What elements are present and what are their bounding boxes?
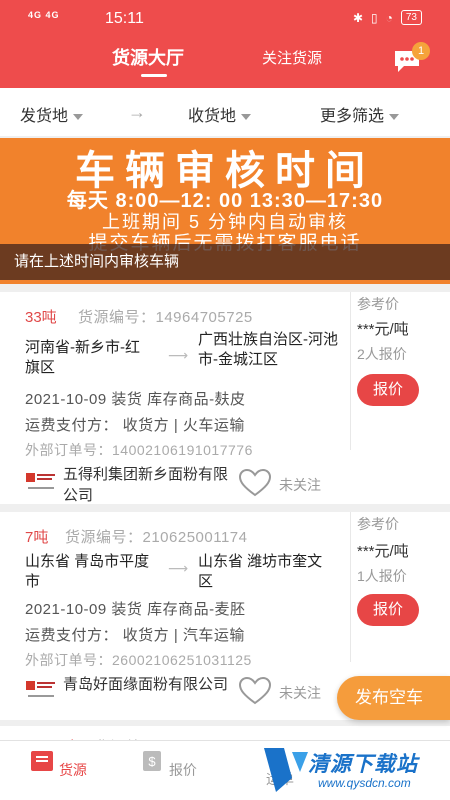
cargo-destination: 山东省 潍坊市奎文区 [198,553,323,590]
quote-count: 2人报价 [357,346,407,362]
reference-price: ***元/吨 [357,321,409,338]
filter-destination[interactable]: 收货地 [188,102,252,126]
battery-icon: 73 [400,10,422,25]
route-arrow-icon: ⟶ [168,347,189,363]
review-time-banner[interactable]: 车辆审核时间 每天 8:00—12: 00 13:30—17:30 上班期间 5… [0,138,450,284]
company-logo [24,678,58,702]
filter-destination-label: 收货地 [188,108,237,125]
divider [350,292,351,450]
heart-icon[interactable] [238,468,272,498]
cargo-load-info: 2021-10-09 装货 库存商品-麦胚 [25,601,246,618]
cargo-company: 青岛好面缘面粉有限公司 [63,676,229,693]
bluetooth-icon: ✱ [352,10,364,25]
chevron-down-icon [241,113,252,120]
cargo-origin: 山东省 青岛市平度市 [25,553,150,590]
quote-button[interactable]: 报价 [357,374,419,406]
cargo-payment-info: 运费支付方： 收货方 | 汽车运输 [25,627,245,644]
active-tab-indicator [141,74,167,77]
follow-status[interactable]: 未关注 [279,683,321,703]
vibrate-icon: ▯ [371,10,378,25]
cargo-source-number: 货源编号：14964705725 [78,309,253,326]
tab-cargo-hall[interactable]: 货源大厅 [112,44,184,70]
quote-count: 1人报价 [357,568,407,584]
cargo-icon [31,751,54,771]
cargo-company: 五得利集团新乡面粉有限公司 [63,466,229,504]
filter-more-label: 更多筛选 [320,108,385,125]
signal-indicator: 4G 4G [28,10,60,20]
chevron-down-icon [73,113,84,120]
watermark-url: www.qysdcn.com [318,776,411,790]
route-arrow-icon: → [128,102,146,122]
quote-button[interactable]: 报价 [357,594,419,626]
cargo-origin: 河南省-新乡市-红旗区 [25,339,140,376]
tab-quote-label: 报价 [168,762,197,778]
follow-status[interactable]: 未关注 [279,475,321,495]
cargo-load-info: 2021-10-09 装货 库存商品-麸皮 [25,391,246,408]
status-bar: 4G 4G 15:11 ✱ ▯ ◔ 73 [0,0,450,38]
status-icons: ✱ ▯ ◔ 73 [353,10,422,25]
publish-empty-truck-button[interactable]: 发布空车 [337,676,450,720]
watermark-text: 清源下载站 [308,753,418,776]
filter-origin-label: 发货地 [20,108,69,125]
cargo-external-order: 外部订单号：26002106251031125 [25,652,252,668]
app-header: 4G 4G 15:11 ✱ ▯ ◔ 73 货源大厅 关注货源 1 [0,0,450,88]
wifi-icon: ◔ [385,10,393,25]
tab-cargo-label: 货源 [58,762,87,778]
divider [350,512,351,662]
cargo-card[interactable]: 33吨 货源编号：14964705725 河南省-新乡市-红旗区 ⟶ 广西壮族自… [0,292,450,504]
svg-text:$: $ [148,754,156,769]
cargo-payment-info: 运费支付方： 收货方 | 火车运输 [25,417,245,434]
heart-icon[interactable] [238,676,272,706]
reference-price-label: 参考价 [357,296,399,312]
route-arrow-icon: ⟶ [168,560,189,576]
tab-followed-cargo[interactable]: 关注货源 [262,47,322,68]
cargo-external-order: 外部订单号：14002106191017776 [25,442,253,458]
cargo-source-number: 货源编号：210625001174 [65,529,248,546]
filter-more[interactable]: 更多筛选 [320,102,400,126]
message-badge: 1 [412,42,430,60]
chevron-down-icon [389,113,400,120]
reference-price-label: 参考价 [357,516,399,532]
cargo-tons: 7吨 [25,529,49,546]
filter-origin[interactable]: 发货地 [20,102,84,126]
tab-quote[interactable]: $ 报价 [138,749,198,780]
status-time: 15:11 [105,10,144,27]
banner-notice: 请在上述时间内审核车辆 [0,244,450,280]
company-logo [24,470,58,494]
reference-price: ***元/吨 [357,543,409,560]
cargo-destination: 广西壮族自治区-河池市-金城江区 [198,331,338,368]
cargo-tons: 33吨 [25,309,57,326]
filter-bar: 发货地 → 收货地 更多筛选 [0,88,450,136]
price-icon: $ [143,751,162,771]
tab-cargo[interactable]: 货源 [28,749,88,780]
